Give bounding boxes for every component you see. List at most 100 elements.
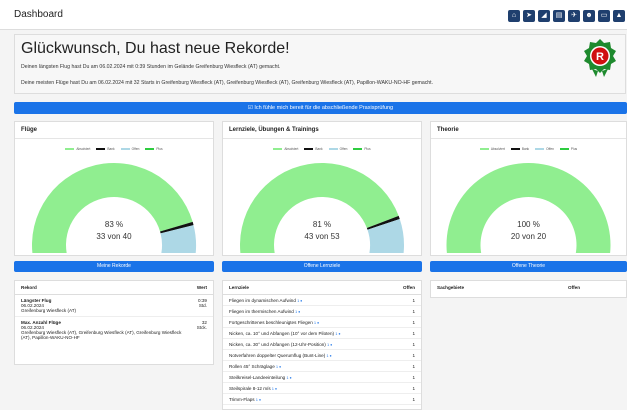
- legend-item[interactable]: Offen: [535, 147, 554, 151]
- table-row: Max. Anzahl Flüge 06.02.2024 Greifenburg…: [15, 317, 213, 343]
- card-title: Theorie: [431, 122, 626, 139]
- legend-item[interactable]: Bank: [510, 147, 529, 151]
- lernziel-tag: 1 ●: [314, 321, 320, 325]
- legend-item[interactable]: Plus: [559, 147, 577, 151]
- lernziel-open: 1: [412, 364, 415, 369]
- list-item[interactable]: Nicken, ca. 30° und Abfangen (12-Uhr-Pos…: [223, 339, 421, 350]
- legend-item[interactable]: Absolviert: [273, 147, 298, 151]
- card-title: Lernziele, Übungen & Trainings: [223, 122, 421, 139]
- chart-icon[interactable]: ◢: [538, 10, 550, 22]
- card-fluege: Flüge Absolviert Bank Offen Plus 83 % 33 von …: [14, 121, 214, 256]
- home-icon[interactable]: ⌂: [508, 10, 520, 22]
- open-lernziele-button[interactable]: Offene Lernziele: [222, 261, 422, 272]
- lernziel-tag: 1 ●: [286, 376, 292, 380]
- open-theorie-button[interactable]: Offene Theorie: [430, 261, 627, 272]
- lernziel-open: 1: [412, 353, 415, 358]
- lernziel-open: 1: [412, 331, 415, 336]
- lernziel-tag: 1 ●: [335, 332, 341, 336]
- header-offen: Offen: [568, 285, 580, 290]
- lernziel-name: Nicken, ca. 30° und Abfangen (12-Uhr-Pos…: [229, 342, 333, 347]
- book-icon[interactable]: ▤: [553, 10, 565, 22]
- theorie-table: Sachgebiete Offen: [430, 280, 627, 298]
- lernziel-tag: 1 ●: [271, 387, 278, 391]
- lernziel-open: 1: [412, 298, 415, 303]
- lernziel-tag: 1 ●: [326, 354, 332, 358]
- gauge-percent: 100 %: [517, 220, 540, 229]
- ready-for-exam-button[interactable]: ☑ Ich fühle mich bereit für die abschlie…: [14, 102, 627, 114]
- list-item[interactable]: Fortgeschrittenes beschleunigtes Fliegen…: [223, 317, 421, 328]
- list-item[interactable]: Steilspirale 8-12 m/s 1 ● 1: [223, 383, 421, 394]
- legend-item[interactable]: Absolviert: [479, 147, 505, 151]
- users-icon[interactable]: ☻: [583, 10, 595, 22]
- records-header: Rekord Wert: [15, 281, 213, 295]
- list-item[interactable]: Notverfahren doppelter Querumflug (Bunt-…: [223, 350, 421, 361]
- legend-item[interactable]: Bank: [96, 147, 115, 151]
- lernziel-name: Notverfahren doppelter Querumflug (Bunt-…: [229, 353, 332, 358]
- top-bar: Dashboard ⌂ ➤ ◢ ▤ ✈ ☻ ▭ ▲: [0, 0, 627, 30]
- lernziel-tag: 1 ●: [276, 365, 282, 369]
- card-icon[interactable]: ▭: [598, 10, 610, 22]
- table-row: Längster Flug 06.02.2024 Greifenburg Wie…: [15, 295, 213, 317]
- send-icon[interactable]: ➤: [523, 10, 535, 22]
- lernziel-name: Fortgeschrittenes beschleunigtes Fliegen…: [229, 320, 320, 325]
- lernziel-name: Steilspirale 8-12 m/s 1 ●: [229, 386, 278, 391]
- chart-legend: Absolviert Bank Offen Plus: [223, 147, 421, 151]
- list-item[interactable]: Fliegen im thermischen Aufwind 1 ● 1: [223, 306, 421, 317]
- legend-item[interactable]: Offen: [328, 147, 347, 151]
- records-table: Rekord Wert Längster Flug 06.02.2024 Gre…: [14, 280, 214, 365]
- list-item[interactable]: Nicken, ca. 10° und Abfangen (10° vor de…: [223, 328, 421, 339]
- gauge-count: 33 von 40: [96, 232, 132, 241]
- lernziel-open: 1: [412, 342, 415, 347]
- header-offen: Offen: [403, 285, 415, 290]
- lernziele-header: Lernziele Offen: [223, 281, 421, 295]
- lernziel-open: 1: [412, 397, 415, 402]
- chart-legend: Absolviert Bank Offen Plus: [431, 147, 626, 151]
- record-place: Greifenburg Wiesfleck (AT), Greifenburg …: [21, 330, 182, 340]
- legend-item[interactable]: Absolviert: [65, 147, 90, 151]
- header-sachgebiete: Sachgebiete: [437, 285, 465, 290]
- plane-icon[interactable]: ✈: [568, 10, 580, 22]
- lernziel-name: Fliegen im thermischen Aufwind 1 ●: [229, 309, 301, 314]
- records-banner: Glückwunsch, Du hast neue Rekorde! Deine…: [14, 34, 626, 94]
- header-wert: Wert: [196, 285, 207, 290]
- list-item[interactable]: Trimm-Flaps 1 ● 1: [223, 394, 421, 405]
- banner-line-most: Deine meisten Flüge hast Du am 06.02.202…: [21, 80, 434, 86]
- banner-line-longest: Deinen längsten Flug hast Du am 06.02.20…: [21, 64, 281, 70]
- my-records-button[interactable]: Meine Rekorde: [14, 261, 214, 272]
- lernziel-tag: 1 ●: [327, 343, 333, 347]
- gauge-count: 20 von 20: [510, 232, 547, 241]
- card-theorie: Theorie Absolviert Bank Offen Plus 100 % 20 v…: [430, 121, 627, 256]
- record-unit: Stck.: [196, 325, 207, 330]
- toolbar-icons: ⌂ ➤ ◢ ▤ ✈ ☻ ▭ ▲: [508, 10, 625, 22]
- lernziel-tag: 1 ●: [255, 398, 262, 402]
- card-lernziele: Lernziele, Übungen & Trainings Absolvier…: [222, 121, 422, 256]
- gauge-percent: 81 %: [312, 220, 332, 229]
- record-badge-icon: R: [584, 39, 616, 77]
- lernziel-open: 1: [412, 386, 415, 391]
- lernziel-name: Trimm-Flaps 1 ●: [229, 397, 262, 402]
- lernziel-name: Steilkreisel-Landeeinteilung 1 ●: [229, 375, 292, 380]
- theorie-header: Sachgebiete Offen: [431, 281, 626, 294]
- list-item[interactable]: Rollen 45° Schräglage 1 ● 1: [223, 361, 421, 372]
- lernziel-name: Rollen 45° Schräglage 1 ●: [229, 364, 282, 369]
- list-item[interactable]: Steilkreisel-Landeeinteilung 1 ● 1: [223, 372, 421, 383]
- lernziel-name: Nicken, ca. 10° und Abfangen (10° vor de…: [229, 331, 341, 336]
- header-rekord: Rekord: [21, 285, 37, 290]
- warning-icon[interactable]: ▲: [613, 10, 625, 22]
- page-title: Dashboard: [14, 9, 63, 20]
- banner-headline: Glückwunsch, Du hast neue Rekorde!: [21, 40, 290, 57]
- svg-text:R: R: [596, 51, 604, 63]
- legend-item[interactable]: Offen: [120, 147, 139, 151]
- lernziel-open: 1: [412, 309, 415, 314]
- card-title: Flüge: [15, 122, 213, 139]
- lernziele-table: Lernziele Offen Fliegen im dynamischen A…: [222, 280, 422, 410]
- record-unit: Std.: [198, 303, 207, 308]
- lernziel-tag: 1 ●: [297, 299, 303, 303]
- legend-item[interactable]: Plus: [145, 147, 163, 151]
- legend-item[interactable]: Plus: [353, 147, 371, 151]
- list-item[interactable]: Fliegen im dynamischen Aufwind 1 ● 1: [223, 295, 421, 306]
- lernziel-name: Fliegen im dynamischen Aufwind 1 ●: [229, 298, 303, 303]
- lernziel-open: 1: [412, 320, 415, 325]
- header-lernziele: Lernziele: [229, 285, 249, 290]
- legend-item[interactable]: Bank: [304, 147, 323, 151]
